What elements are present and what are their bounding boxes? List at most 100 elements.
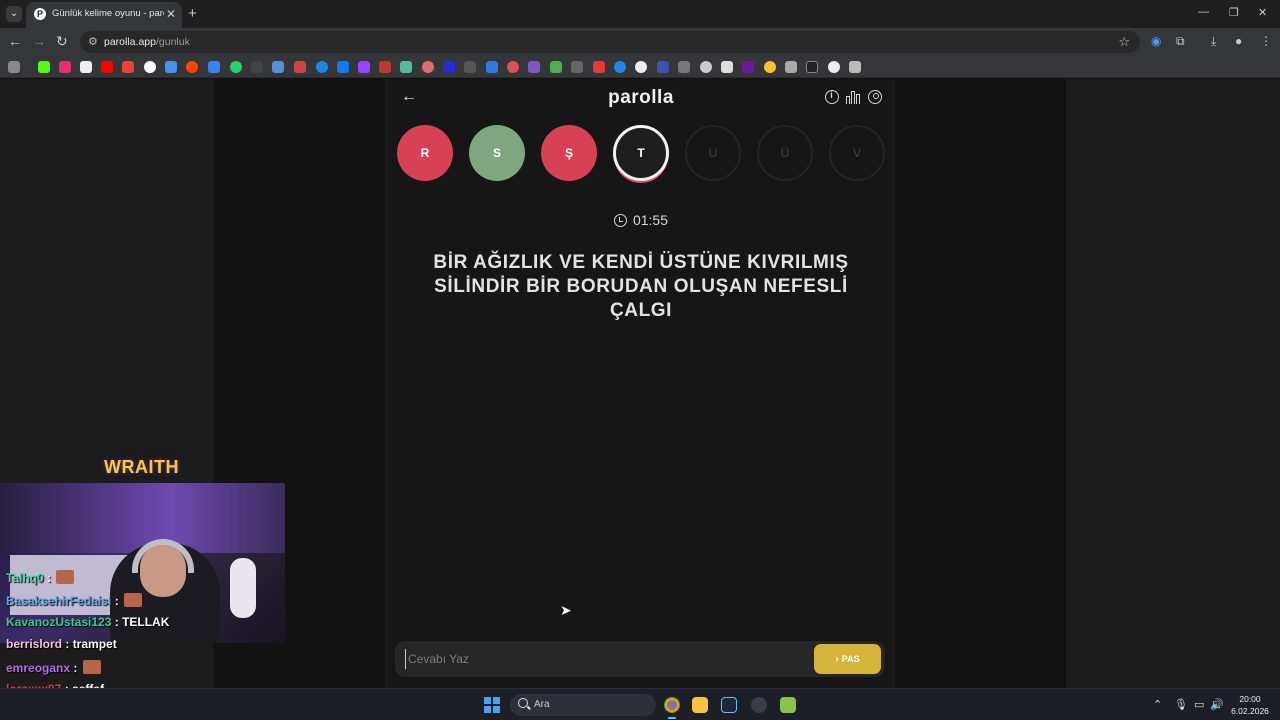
bookmark-icon[interactable] bbox=[828, 61, 840, 73]
bookmark-icon[interactable] bbox=[614, 61, 626, 73]
new-tab-icon[interactable]: + bbox=[188, 5, 197, 22]
window-close-icon[interactable]: ✕ bbox=[1258, 6, 1267, 19]
bookmark-youtube-icon[interactable] bbox=[101, 61, 113, 73]
extensions-puzzle-icon[interactable]: ⧉ bbox=[1176, 34, 1185, 49]
bookmark-icon[interactable] bbox=[165, 61, 177, 73]
letter-pending: Ü bbox=[757, 125, 813, 181]
tab-close-icon[interactable]: ✕ bbox=[166, 7, 176, 21]
bookmark-icon[interactable] bbox=[251, 61, 263, 73]
bookmark-icon[interactable] bbox=[443, 61, 455, 73]
volume-icon[interactable]: 🔊 bbox=[1210, 698, 1224, 711]
microphone-icon[interactable]: 🎙 bbox=[1174, 698, 1188, 711]
bookmark-kick-icon[interactable] bbox=[38, 61, 50, 73]
clock-time: 20:00 bbox=[1239, 694, 1261, 704]
bookmark-icon[interactable] bbox=[721, 61, 733, 73]
menu-kebab-icon[interactable]: ⋮ bbox=[1260, 34, 1272, 48]
app-logo[interactable]: parolla bbox=[387, 87, 895, 109]
tab-title: Günlük kelime oyunu - parolla bbox=[52, 8, 164, 19]
bookmark-star-icon[interactable]: ☆ bbox=[1118, 34, 1130, 50]
letter-pending: U bbox=[685, 125, 741, 181]
site-info-icon[interactable]: ⚙ bbox=[88, 35, 98, 48]
reload-icon[interactable]: ↻ bbox=[56, 33, 68, 50]
bookmark-icon[interactable] bbox=[422, 61, 434, 73]
taskbar-chrome-icon[interactable] bbox=[664, 697, 680, 719]
download-icon[interactable]: ⤓ bbox=[1211, 34, 1216, 49]
pass-button[interactable]: › PAS bbox=[814, 644, 881, 674]
address-bar[interactable]: ⚙ parolla.app/gunluk ☆ bbox=[80, 31, 1140, 53]
bookmark-icon[interactable] bbox=[806, 61, 818, 73]
chat-username[interactable]: berrislord bbox=[6, 637, 62, 651]
chat-separator: : bbox=[111, 594, 123, 608]
chat-separator: : bbox=[111, 615, 123, 629]
bookmark-icon[interactable] bbox=[764, 61, 776, 73]
bookmark-icon[interactable] bbox=[678, 61, 690, 73]
bookmark-icon[interactable] bbox=[316, 61, 328, 73]
bookmark-icon[interactable] bbox=[785, 61, 797, 73]
bookmark-whatsapp-icon[interactable] bbox=[230, 61, 242, 73]
bookmark-icon[interactable] bbox=[742, 61, 754, 73]
parolla-app: ← parolla RSŞTUÜV 01:55 BİR AĞIZLIK VE K… bbox=[386, 79, 894, 688]
restore-icon[interactable]: ❐ bbox=[1229, 6, 1239, 19]
tab-search-icon[interactable]: ⌄ bbox=[6, 6, 22, 22]
stream-overlay-logo: WRAITH bbox=[104, 457, 179, 477]
answer-input[interactable] bbox=[405, 649, 805, 669]
bookmark-icon[interactable] bbox=[571, 61, 583, 73]
bookmark-icon[interactable] bbox=[464, 61, 476, 73]
windows-taskbar: Ara ⌃ 🎙 ▭ 🔊 20:00 6.02.2026 bbox=[0, 688, 1280, 720]
bookmark-icon[interactable] bbox=[400, 61, 412, 73]
browser-tab[interactable]: P Günlük kelime oyunu - parolla ✕ bbox=[26, 2, 182, 28]
bookmark-instagram-icon[interactable] bbox=[59, 61, 71, 73]
bookmark-icon[interactable] bbox=[657, 61, 669, 73]
stats-icon[interactable] bbox=[846, 90, 860, 104]
search-icon bbox=[518, 698, 528, 708]
bookmark-icon[interactable] bbox=[550, 61, 562, 73]
bookmark-icon[interactable] bbox=[379, 61, 391, 73]
pass-label: PAS bbox=[841, 654, 860, 664]
system-clock[interactable]: 20:00 6.02.2026 bbox=[1226, 693, 1274, 717]
bookmark-icon[interactable] bbox=[486, 61, 498, 73]
chat-username[interactable]: BasaksehirFedaisi bbox=[6, 594, 111, 608]
chat-text: trampet bbox=[72, 637, 117, 651]
browser-tab-bar: ⌄ P Günlük kelime oyunu - parolla ✕ + — … bbox=[0, 0, 1280, 28]
letter-wrong: R bbox=[397, 125, 453, 181]
bookmark-icon[interactable] bbox=[507, 61, 519, 73]
bookmark-icon[interactable] bbox=[593, 61, 605, 73]
tray-chevron-up-icon[interactable]: ⌃ bbox=[1153, 698, 1162, 711]
bookmark-icon[interactable] bbox=[272, 61, 284, 73]
taskbar-app-icon[interactable] bbox=[780, 697, 796, 713]
bookmark-gmail-icon[interactable] bbox=[122, 61, 134, 73]
bookmark-icon[interactable] bbox=[528, 61, 540, 73]
bookmark-icon[interactable] bbox=[635, 61, 647, 73]
chat-username[interactable]: KavanozUstasi123 bbox=[6, 615, 111, 629]
windows-start-icon[interactable] bbox=[484, 697, 500, 713]
forward-icon[interactable]: → bbox=[32, 33, 46, 49]
question-text: BİR AĞIZLIK VE KENDİ ÜSTÜNE KIVRILMIŞ Sİ… bbox=[433, 252, 849, 321]
taskbar-search[interactable]: Ara bbox=[510, 694, 656, 716]
taskbar-steam-icon[interactable] bbox=[721, 697, 737, 713]
info-icon[interactable] bbox=[825, 90, 839, 104]
back-icon[interactable]: ← bbox=[8, 33, 22, 49]
bookmark-twitch-icon[interactable] bbox=[358, 61, 370, 73]
bookmark-x-icon[interactable] bbox=[80, 61, 92, 73]
chat-username[interactable]: Talhq0 bbox=[6, 571, 44, 585]
bookmark-google-icon[interactable] bbox=[144, 61, 156, 73]
letter-right: S bbox=[469, 125, 525, 181]
bookmark-icon[interactable] bbox=[849, 61, 861, 73]
taskbar-app-icon[interactable] bbox=[751, 697, 767, 713]
apps-grid-icon[interactable] bbox=[8, 61, 20, 73]
bookmark-reddit-icon[interactable] bbox=[186, 61, 198, 73]
chat-separator: : bbox=[62, 637, 73, 651]
chat-username[interactable]: emreoganx bbox=[6, 661, 70, 675]
timer: 01:55 bbox=[387, 212, 895, 228]
bookmark-icon[interactable] bbox=[208, 61, 220, 73]
bookmark-icon[interactable] bbox=[700, 61, 712, 73]
network-icon[interactable]: ▭ bbox=[1194, 698, 1204, 711]
profile-avatar[interactable]: ● bbox=[1235, 34, 1242, 48]
user-icon[interactable] bbox=[868, 90, 882, 104]
extension-icon[interactable]: ◉ bbox=[1151, 34, 1161, 48]
taskbar-explorer-icon[interactable] bbox=[692, 697, 708, 713]
bookmark-icon[interactable] bbox=[294, 61, 306, 73]
bookmark-facebook-icon[interactable] bbox=[337, 61, 349, 73]
minimize-icon[interactable]: — bbox=[1198, 6, 1209, 18]
chat-message: berrislord : trampet bbox=[6, 637, 117, 651]
